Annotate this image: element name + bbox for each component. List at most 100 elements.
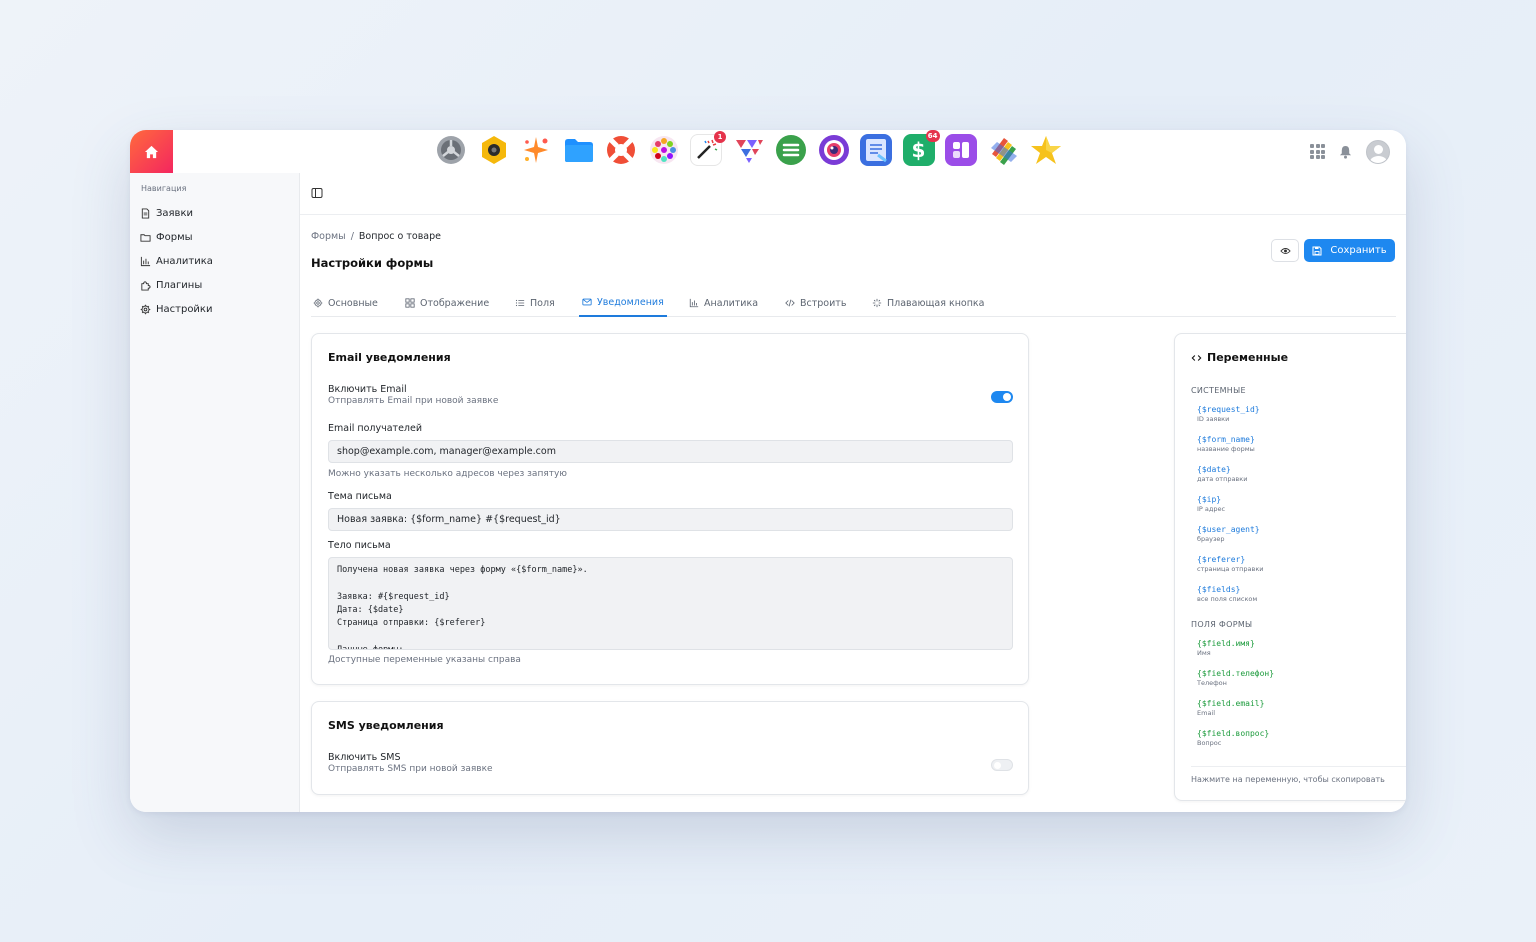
lifebuoy-app-icon[interactable]: [605, 134, 637, 166]
tab-notifications[interactable]: Уведомления: [579, 289, 667, 317]
email-notifications-card: Email уведомления Включить Email Отправл…: [311, 333, 1029, 685]
variable-description: ID заявки: [1197, 415, 1230, 423]
variable-item[interactable]: {$request_id} ID заявки: [1197, 405, 1260, 423]
magic-wand-app-icon[interactable]: 1: [690, 131, 726, 166]
list-app-icon[interactable]: [775, 134, 807, 166]
sidebar-title: Навигация: [141, 184, 187, 193]
variable-item[interactable]: {$user_agent} браузер: [1197, 525, 1260, 543]
sidebar-item-requests[interactable]: Заявки: [140, 201, 213, 225]
sidebar-toggle-icon[interactable]: [311, 187, 323, 199]
variable-code: {$ip}: [1197, 495, 1222, 504]
bar-chart-icon: [140, 256, 151, 266]
save-button-label: Сохранить: [1330, 245, 1387, 256]
camera-app-icon[interactable]: [478, 134, 510, 166]
home-button[interactable]: [130, 130, 173, 173]
variable-description: браузер: [1197, 535, 1225, 543]
apps-grid-icon[interactable]: [1310, 144, 1325, 159]
variable-description: все поля списком: [1197, 595, 1258, 603]
recipients-input[interactable]: shop@example.com, manager@example.com: [328, 440, 1013, 463]
tab-embed[interactable]: Встроить: [785, 289, 846, 317]
variable-item[interactable]: {$field.вопрос} Вопрос: [1197, 729, 1269, 747]
variable-item[interactable]: {$fields} все поля списком: [1197, 585, 1257, 603]
body-label: Тело письма: [328, 540, 391, 551]
variable-code: {$form_name}: [1197, 435, 1255, 444]
subject-input[interactable]: Новая заявка: {$form_name} #{$request_id…: [328, 508, 1013, 531]
preview-button[interactable]: [1271, 239, 1299, 262]
body-textarea[interactable]: Получена новая заявка через форму «{$for…: [328, 557, 1013, 650]
tab-general[interactable]: Основные: [313, 289, 378, 317]
bar-chart-icon: [689, 298, 699, 308]
star-app-icon[interactable]: [1030, 134, 1062, 166]
sidebar-item-label: Заявки: [156, 207, 193, 219]
variable-description: Имя: [1197, 649, 1211, 657]
variable-description: страница отправки: [1197, 565, 1264, 573]
breadcrumb-link-forms[interactable]: Формы: [311, 231, 346, 242]
variable-item[interactable]: {$ip} IP адрес: [1197, 495, 1225, 513]
variable-item[interactable]: {$field.имя} Имя: [1197, 639, 1255, 657]
sidebar-nav: Заявки Формы Аналитика Плагины Настройки: [140, 201, 213, 321]
tab-display[interactable]: Отображение: [405, 289, 489, 317]
dollar-glyph: $: [911, 138, 926, 162]
variable-description: название формы: [1197, 445, 1255, 453]
variable-code: {$field.email}: [1197, 699, 1265, 708]
code-icon: [785, 299, 795, 307]
variable-description: Телефон: [1197, 679, 1227, 687]
triangles-app-icon[interactable]: [733, 134, 765, 166]
sms-notifications-card: SMS уведомления Включить SMS Отправлять …: [311, 701, 1029, 795]
tab-fields[interactable]: Поля: [515, 289, 555, 317]
user-avatar[interactable]: [1366, 139, 1390, 164]
variable-item[interactable]: {$field.телефон} Телефон: [1197, 669, 1274, 687]
stripes-app-icon[interactable]: [988, 134, 1020, 166]
tab-label: Встроить: [800, 297, 847, 309]
tab-label: Основные: [328, 297, 378, 309]
home-icon: [144, 145, 159, 158]
sidebar-item-settings[interactable]: Настройки: [140, 297, 213, 321]
sidebar-item-label: Плагины: [156, 279, 203, 291]
variable-code: {$field.вопрос}: [1197, 729, 1270, 738]
variable-code: {$user_agent}: [1197, 525, 1260, 534]
sms-enable-toggle[interactable]: [991, 759, 1013, 771]
variable-item[interactable]: {$form_name} название формы: [1197, 435, 1255, 453]
settings-app-icon[interactable]: [435, 134, 467, 166]
gear-icon: [140, 304, 151, 314]
settings-tabs: Основные Отображение Поля Уведомления Ан…: [311, 289, 1396, 317]
breadcrumb-current: Вопрос о товаре: [358, 231, 442, 242]
gear-icon: [313, 298, 323, 308]
tab-analytics[interactable]: Аналитика: [689, 289, 758, 317]
files-app-icon[interactable]: [563, 134, 595, 166]
sidebar: Навигация Заявки Формы Аналитика Плагины…: [130, 173, 300, 812]
sms-enable-label: Включить SMS: [328, 752, 401, 763]
email-enable-toggle[interactable]: [991, 391, 1013, 403]
save-button[interactable]: Сохранить: [1304, 239, 1395, 262]
system-variables-heading: СИСТЕМНЫЕ: [1191, 386, 1246, 395]
bell-icon[interactable]: [1339, 145, 1352, 159]
sidebar-item-plugins[interactable]: Плагины: [140, 273, 213, 297]
page-title: Настройки формы: [311, 256, 434, 270]
notes-app-icon[interactable]: [860, 134, 892, 166]
variable-description: Вопрос: [1197, 739, 1222, 747]
sparkle-app-icon[interactable]: [520, 134, 552, 166]
sparkle-icon: [872, 298, 882, 308]
money-app-icon[interactable]: $ 64: [902, 130, 940, 166]
list-icon: [515, 299, 525, 307]
floppy-disk-icon: [1312, 246, 1322, 255]
app-grid-purple-icon[interactable]: [945, 134, 977, 166]
variable-item[interactable]: {$date} дата отправки: [1197, 465, 1247, 483]
puzzle-icon: [141, 280, 151, 291]
variable-item[interactable]: {$referer} страница отправки: [1197, 555, 1264, 573]
variables-title: Переменные: [1191, 351, 1288, 364]
variable-description: Email: [1197, 709, 1216, 717]
sidebar-item-analytics[interactable]: Аналитика: [140, 249, 213, 273]
code-icon: [1191, 354, 1202, 361]
variable-description: дата отправки: [1197, 475, 1248, 483]
sidebar-item-forms[interactable]: Формы: [140, 225, 213, 249]
variable-code: {$date}: [1197, 465, 1231, 474]
lens-app-icon[interactable]: [818, 134, 850, 166]
top-right-controls: [1310, 136, 1390, 167]
variable-item[interactable]: {$field.email} Email: [1197, 699, 1264, 717]
subject-label: Тема письма: [328, 491, 392, 502]
palette-app-icon[interactable]: [648, 134, 680, 166]
tab-label: Отображение: [420, 297, 490, 309]
sms-enable-description: Отправлять SMS при новой заявке: [328, 764, 493, 774]
tab-floating-button[interactable]: Плавающая кнопка: [872, 289, 985, 317]
